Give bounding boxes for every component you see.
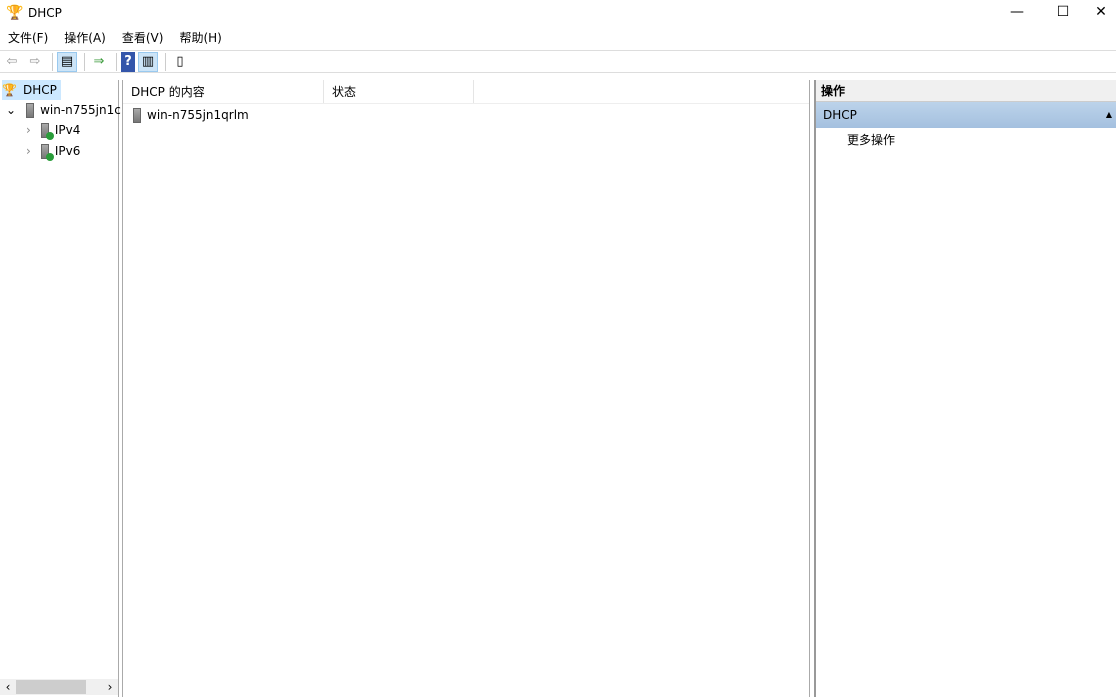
server-icon (133, 107, 141, 123)
minimize-button[interactable]: — (994, 0, 1040, 24)
close-button[interactable]: ✕ (1086, 0, 1116, 24)
column-name[interactable]: DHCP 的内容 (123, 80, 324, 103)
show-hide-action-pane-icon[interactable]: ▥ (138, 51, 158, 72)
menu-action[interactable]: 操作(A) (56, 28, 114, 48)
export-list-icon[interactable]: ⇒ (89, 52, 109, 72)
scrollbar-thumb[interactable] (16, 680, 86, 694)
section-label: DHCP (823, 108, 857, 122)
dhcp-icon: 🏆 (2, 83, 17, 97)
ipv6-server-icon (40, 143, 54, 161)
tree-label: IPv6 (54, 144, 81, 158)
forward-icon[interactable]: ⇨ (25, 52, 45, 72)
tree-label: DHCP (22, 83, 57, 97)
separator (52, 52, 53, 71)
list-item[interactable]: win-n755jn1qrlm (133, 105, 249, 125)
column-status[interactable]: 状态 (324, 80, 474, 103)
column-header: DHCP 的内容 状态 (123, 80, 809, 104)
ipv4-server-icon (40, 122, 54, 140)
dhcp-app-icon: 🏆 (6, 5, 24, 21)
menu-bar: 文件(F) 操作(A) 查看(V) 帮助(H) (0, 28, 230, 48)
back-icon[interactable]: ⇦ (2, 52, 22, 72)
item-name: win-n755jn1qrlm (147, 108, 249, 122)
tree-item-ipv6[interactable]: › IPv6 (26, 141, 80, 161)
maximize-button[interactable]: ☐ (1040, 0, 1086, 24)
separator (165, 52, 166, 71)
chevron-right-icon[interactable]: › (26, 144, 31, 158)
tree-label: win-n755jn1c (40, 103, 121, 117)
menu-help[interactable]: 帮助(H) (171, 28, 229, 48)
window-title: DHCP (28, 6, 62, 20)
separator (116, 52, 117, 71)
server-status-icon[interactable]: ▯ (170, 52, 190, 72)
tree-label: IPv4 (54, 123, 81, 137)
horizontal-scrollbar[interactable]: ‹ › (0, 679, 118, 695)
chevron-right-icon[interactable]: › (26, 123, 31, 137)
tree-item-ipv4[interactable]: › IPv4 (26, 120, 80, 140)
chevron-down-icon[interactable]: ⌄ (6, 103, 16, 117)
toolbar: ⇦ ⇨ ▤ ⇒ ? ▥ ▯ (0, 50, 1116, 73)
server-icon (26, 102, 35, 118)
help-icon[interactable]: ? (121, 51, 135, 72)
title-bar: 🏆 DHCP — ☐ ✕ (0, 0, 1116, 26)
content-pane: DHCP 的内容 状态 win-n755jn1qrlm (122, 80, 810, 697)
tree-item-server[interactable]: ⌄ win-n755jn1c (6, 100, 121, 120)
menu-view[interactable]: 查看(V) (114, 28, 172, 48)
actions-pane: 操作 DHCP ▲ 更多操作 (814, 80, 1116, 697)
actions-header: 操作 (816, 80, 1116, 102)
show-hide-console-tree-icon[interactable]: ▤ (57, 51, 77, 72)
separator (84, 52, 85, 71)
scroll-left-icon[interactable]: ‹ (0, 680, 16, 694)
actions-section-dhcp[interactable]: DHCP ▲ (816, 102, 1116, 128)
action-more-actions[interactable]: 更多操作 (816, 128, 1116, 152)
collapse-icon[interactable]: ▲ (1106, 102, 1112, 128)
menu-file[interactable]: 文件(F) (0, 28, 56, 48)
scroll-right-icon[interactable]: › (102, 680, 118, 694)
console-tree: 🏆 DHCP ⌄ win-n755jn1c › IPv4 › IPv6 ‹ › (0, 80, 121, 697)
tree-item-dhcp[interactable]: 🏆 DHCP (2, 80, 61, 100)
